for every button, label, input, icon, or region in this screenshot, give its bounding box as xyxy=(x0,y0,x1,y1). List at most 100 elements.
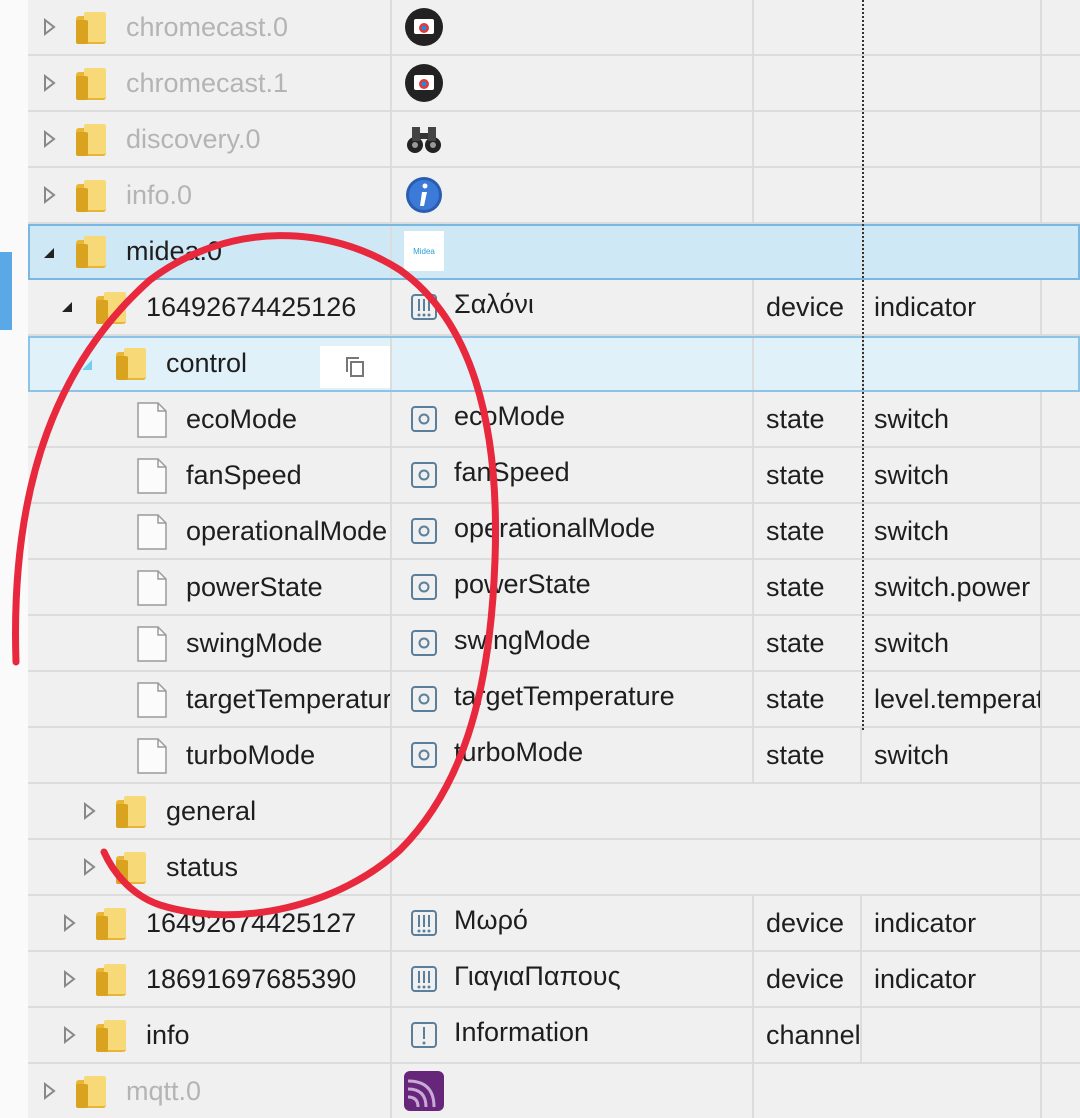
object-type: device xyxy=(766,964,845,994)
file-icon xyxy=(137,402,167,438)
expand-arrow-icon[interactable] xyxy=(40,1064,60,1118)
tree-row[interactable]: targetTemperature targetTemperature stat… xyxy=(28,672,1080,728)
tree-row[interactable]: general xyxy=(28,784,1080,840)
tree-row-selected[interactable]: midea.0 Midea xyxy=(28,224,1080,280)
column-separator xyxy=(390,784,392,838)
column-separator xyxy=(390,896,392,950)
collapse-arrow-icon[interactable] xyxy=(78,338,98,392)
tree-row[interactable]: status xyxy=(28,840,1080,896)
object-label: fanSpeed xyxy=(454,457,570,487)
tree-row[interactable]: discovery.0 xyxy=(28,112,1080,168)
column-resize-guide xyxy=(862,0,864,730)
object-name: turboMode xyxy=(186,740,316,770)
object-name: chromecast.0 xyxy=(126,12,289,42)
left-gutter xyxy=(0,0,28,1118)
column-separator xyxy=(752,338,754,390)
column-separator xyxy=(1040,56,1042,110)
column-separator xyxy=(752,1008,754,1062)
tree-row[interactable]: ecoMode ecoMode state switch xyxy=(28,392,1080,448)
file-icon xyxy=(137,514,167,550)
expand-arrow-icon[interactable] xyxy=(40,168,60,222)
tree-row[interactable]: 16492674425126 Σαλόνι device indicator xyxy=(28,280,1080,336)
column-separator xyxy=(390,56,392,110)
column-separator xyxy=(390,112,392,166)
tree-row-selected[interactable]: control xyxy=(28,336,1080,392)
column-separator xyxy=(1040,392,1042,446)
svg-text:Midea: Midea xyxy=(413,247,435,256)
folder-icon xyxy=(96,1020,126,1052)
tree-row[interactable]: mqtt.0 xyxy=(28,1064,1080,1118)
file-icon xyxy=(137,682,167,718)
expand-arrow-icon[interactable] xyxy=(60,1008,80,1062)
folder-icon xyxy=(116,796,146,828)
column-separator xyxy=(752,504,754,558)
object-type: state xyxy=(766,684,825,714)
tree-row[interactable]: 18691697685390 ΓιαγιαΠαπους device indic… xyxy=(28,952,1080,1008)
tree-row[interactable]: info.0 xyxy=(28,168,1080,224)
midea-logo-icon: Midea xyxy=(404,231,444,271)
object-role: switch.power xyxy=(874,572,1031,602)
column-separator xyxy=(390,280,392,334)
column-separator xyxy=(390,448,392,502)
column-separator xyxy=(390,0,392,54)
chromecast-icon xyxy=(405,64,443,102)
column-separator xyxy=(390,168,392,222)
expand-arrow-icon[interactable] xyxy=(40,0,60,54)
expand-arrow-icon[interactable] xyxy=(40,56,60,110)
folder-icon xyxy=(76,1076,106,1108)
folder-icon xyxy=(116,348,146,380)
folder-icon xyxy=(96,908,126,940)
object-type: device xyxy=(766,292,845,322)
copy-button[interactable] xyxy=(320,346,390,388)
column-separator xyxy=(390,338,392,390)
state-icon xyxy=(411,574,437,600)
object-name: powerState xyxy=(186,572,323,602)
object-role: switch xyxy=(874,460,950,490)
object-label: ΓιαγιαΠαπους xyxy=(454,961,621,991)
tree-row[interactable]: chromecast.0 xyxy=(28,0,1080,56)
column-separator xyxy=(860,1008,862,1062)
column-separator xyxy=(752,952,754,1006)
object-type: channel xyxy=(766,1020,860,1050)
expand-arrow-icon[interactable] xyxy=(60,952,80,1006)
file-icon xyxy=(137,626,167,662)
state-icon xyxy=(411,462,437,488)
tree-row[interactable]: info Information channel xyxy=(28,1008,1080,1064)
expand-arrow-icon[interactable] xyxy=(60,896,80,950)
folder-icon xyxy=(76,180,106,212)
column-separator xyxy=(390,504,392,558)
expand-arrow-icon[interactable] xyxy=(80,784,100,838)
tree-row[interactable]: 16492674425127 Μωρό device indicator xyxy=(28,896,1080,952)
object-role: switch xyxy=(874,740,950,770)
column-separator xyxy=(752,280,754,334)
collapse-arrow-icon[interactable] xyxy=(58,280,78,334)
column-separator xyxy=(1040,112,1042,166)
object-name: targetTemperature xyxy=(186,684,390,714)
object-name: info.0 xyxy=(126,180,193,210)
file-icon xyxy=(137,570,167,606)
collapse-arrow-icon[interactable] xyxy=(40,226,60,280)
object-name: mqtt.0 xyxy=(126,1076,202,1106)
tree-row[interactable]: powerState powerState state switch.power xyxy=(28,560,1080,616)
object-type: device xyxy=(766,908,845,938)
chromecast-icon xyxy=(405,8,443,46)
column-separator xyxy=(390,952,392,1006)
expand-arrow-icon[interactable] xyxy=(40,112,60,166)
object-name: general xyxy=(166,796,257,826)
mqtt-icon xyxy=(404,1071,444,1111)
tree-row[interactable]: chromecast.1 xyxy=(28,56,1080,112)
column-separator xyxy=(390,1064,392,1118)
tree-row[interactable]: swingMode swingMode state switch xyxy=(28,616,1080,672)
object-label: powerState xyxy=(454,569,591,599)
tree-row[interactable]: fanSpeed fanSpeed state switch xyxy=(28,448,1080,504)
tree-row[interactable]: operationalMode operationalMode state sw… xyxy=(28,504,1080,560)
state-icon xyxy=(411,630,437,656)
column-separator xyxy=(1040,840,1042,894)
object-name: chromecast.1 xyxy=(126,68,289,98)
tree-row[interactable]: turboMode turboMode state switch xyxy=(28,728,1080,784)
object-type: state xyxy=(766,628,825,658)
object-id: 16492674425126 xyxy=(146,292,357,322)
column-separator xyxy=(752,112,754,166)
column-separator xyxy=(390,1008,392,1062)
expand-arrow-icon[interactable] xyxy=(80,840,100,894)
